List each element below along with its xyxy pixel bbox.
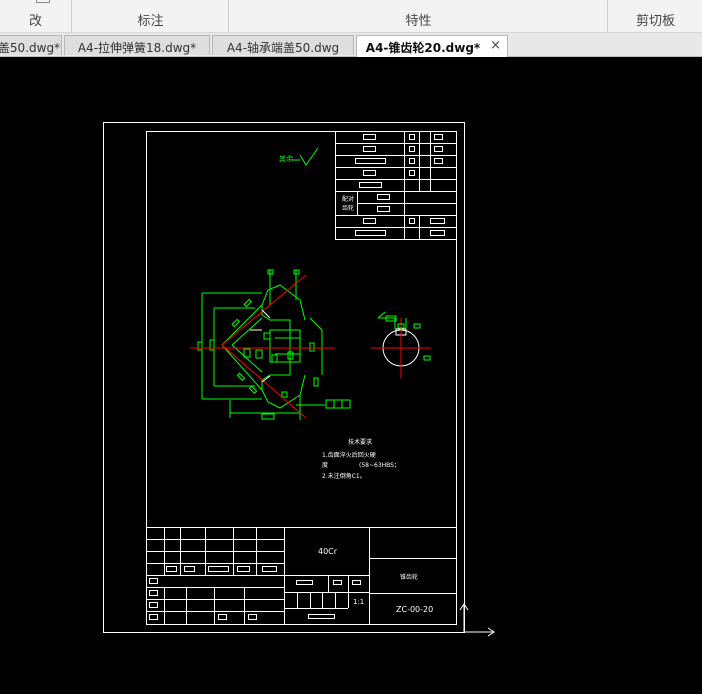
tech-req-title: 技术要求 (348, 438, 372, 446)
ribbon-group-label: 剪切板 (635, 14, 675, 29)
bevel-gear-section-view (190, 269, 351, 420)
bore-keyway-view (371, 311, 431, 378)
sheet-inner-border (146, 131, 457, 625)
tech-req-line-1: 1.齿面淬火后回火硬 (322, 451, 376, 459)
gear-parameter-table (335, 131, 457, 240)
ribbon-icon-stub (36, 0, 50, 3)
ucs-icon (459, 603, 495, 637)
title-material: 40Cr (318, 547, 338, 556)
surface-roughness-symbol (292, 147, 319, 166)
tab-label: 盖50.dwg* (0, 41, 61, 55)
title-part-name: 锥齿轮 (400, 573, 418, 581)
drawing-svg: 配对 齿轮 其余 技术要求 1.齿面淬火后回火硬 度 (58~63HBS； 2.… (103, 122, 495, 637)
tab-close-icon[interactable]: × (490, 38, 501, 53)
param-label-mating: 配对 (342, 195, 354, 203)
title-scale: 1:1 (353, 598, 364, 606)
tech-req-line-2a: 度 (322, 461, 328, 469)
ribbon-group-modify[interactable]: 改 (0, 0, 72, 32)
drawing-canvas[interactable]: 配对 齿轮 其余 技术要求 1.齿面淬火后回火硬 度 (58~63HBS； 2.… (0, 57, 702, 694)
tab-label: A4-轴承端盖50.dwg (226, 41, 340, 55)
document-tab-bar: 盖50.dwg* A4-拉伸弹簧18.dwg* A4-轴承端盖50.dwg A4… (0, 33, 702, 57)
ribbon-group-annotation[interactable]: 标注 (73, 0, 229, 32)
tab-document-2[interactable]: A4-拉伸弹簧18.dwg* (64, 35, 210, 55)
roughness-note: 其余 (279, 154, 293, 163)
tech-req-line-3: 2.未注倒角C1。 (322, 472, 366, 480)
ribbon-group-label: 改 (28, 14, 42, 29)
tab-document-active[interactable]: A4-锥齿轮20.dwg* × (356, 35, 508, 57)
ribbon-group-clipboard[interactable]: 剪切板 (609, 0, 702, 32)
ribbon-group-label: 标注 (137, 14, 164, 29)
title-drawing-number: ZC-00-20 (396, 605, 433, 614)
ribbon-group-label: 特性 (405, 14, 432, 29)
tech-req-line-2b: (58~63HBS； (359, 462, 400, 469)
tab-document-1[interactable]: 盖50.dwg* (0, 35, 62, 55)
ribbon-group-properties[interactable]: 特性 (230, 0, 608, 32)
tab-label: A4-拉伸弹簧18.dwg* (77, 41, 197, 55)
ribbon-bar: 改 标注 特性 剪切板 (0, 0, 702, 33)
tab-label: A4-锥齿轮20.dwg* (365, 41, 481, 55)
tab-document-3[interactable]: A4-轴承端盖50.dwg (212, 35, 354, 55)
param-label-gear: 齿轮 (342, 204, 354, 212)
